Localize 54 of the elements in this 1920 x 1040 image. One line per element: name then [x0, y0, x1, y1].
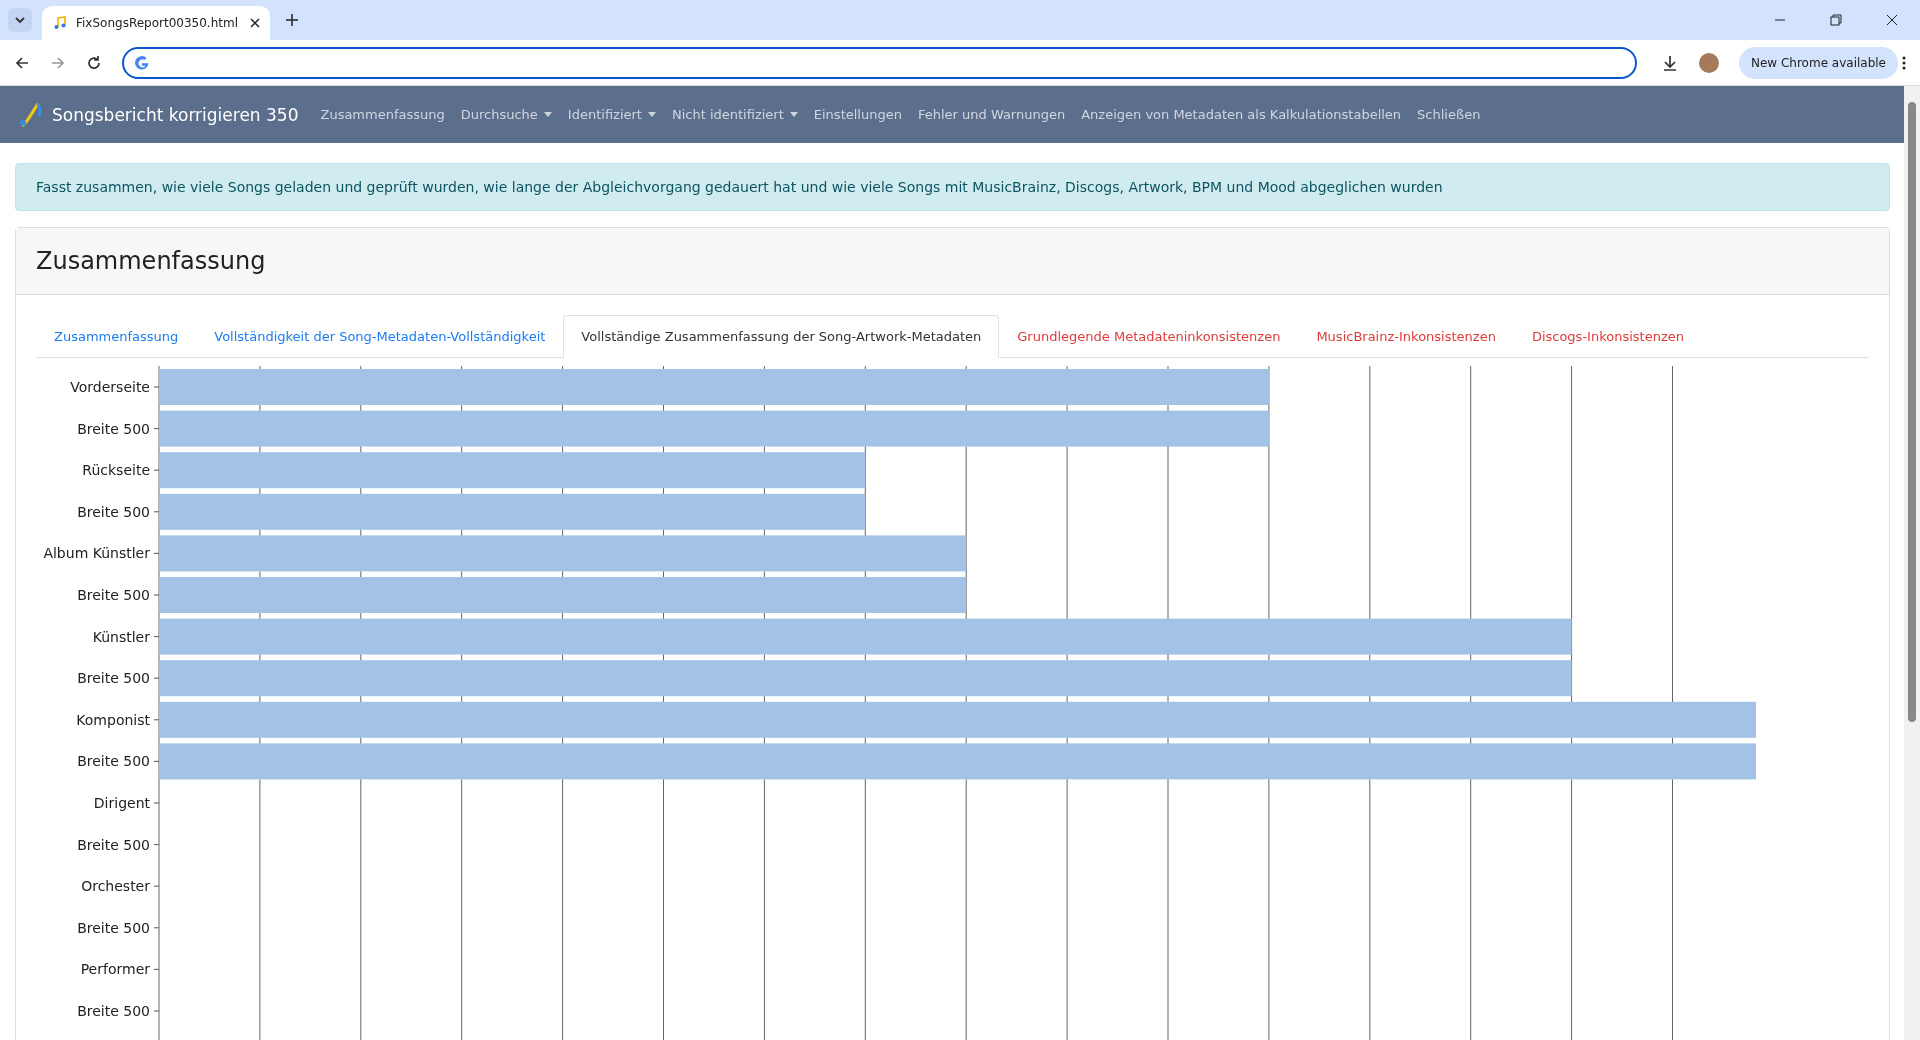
nav-link[interactable]: Einstellungen	[813, 107, 902, 122]
music-note-icon	[52, 15, 68, 31]
axis-label: Performer	[80, 961, 150, 978]
nav-link[interactable]: Anzeigen von Metadaten als Kalkulationstabellen	[1081, 107, 1402, 122]
nav-link[interactable]: Schließen	[1417, 107, 1481, 122]
music-note-icon	[18, 101, 44, 128]
caret-icon	[647, 112, 656, 117]
tab[interactable]: Vollständige Zusammenfassung der Song-Artwork-Metadaten	[563, 315, 1000, 358]
tab-title: FixSongsReport00350.html	[76, 16, 239, 30]
axis-label: Breite 500	[77, 587, 150, 603]
axis-label: Album Künstler	[43, 545, 150, 562]
card-title: Zusammenfassung	[36, 247, 266, 275]
forward-icon[interactable]	[50, 54, 66, 71]
axis-label: Breite 500	[77, 670, 150, 687]
info-alert: Fasst zusammen, wie viele Songs geladen und geprüft wurden, wie lange der Abgleichvorgang gedauert hat und wie viele Songs mit MusicBrainz, Discogs, Artwork, BPM und Mood abgeglichen wurden	[15, 163, 1890, 211]
axis-label: Vorderseite	[70, 379, 150, 395]
restore-icon[interactable]	[1830, 14, 1842, 26]
tab[interactable]: Vollständigkeit der Song-Metadaten-Vollständigkeit	[196, 315, 564, 358]
tab[interactable]: Discogs-Inkonsistenzen	[1513, 315, 1702, 358]
profile-avatar[interactable]	[1698, 52, 1719, 73]
caret-icon	[789, 112, 798, 117]
tab[interactable]: MusicBrainz-Inkonsistenzen	[1298, 315, 1514, 358]
brand-title[interactable]: Songsbericht korrigieren 350	[52, 104, 299, 125]
new-tab-icon[interactable]	[286, 14, 298, 26]
nav-link[interactable]: Zusammenfassung	[320, 107, 445, 122]
axis-label: Breite 500	[77, 753, 150, 770]
reload-icon[interactable]	[86, 54, 102, 71]
axis-label: Breite 500	[77, 503, 150, 520]
nav-link[interactable]: Nicht identifiziert	[671, 107, 798, 122]
back-icon[interactable]	[14, 54, 30, 71]
axis-label: Breite 500	[77, 919, 150, 936]
axis-label: Orchester	[81, 878, 150, 895]
tab-search-button[interactable]	[8, 8, 32, 32]
update-button[interactable]: New Chrome available	[1738, 46, 1898, 79]
close-icon[interactable]	[1886, 14, 1898, 26]
axis-label: Rückseite	[82, 462, 150, 479]
google-icon	[134, 54, 150, 71]
nav-link[interactable]: Fehler und Warnungen	[917, 107, 1066, 122]
tab[interactable]: Zusammenfassung	[36, 315, 197, 358]
more-icon[interactable]	[1902, 55, 1906, 70]
axis-label: Breite 500	[77, 836, 150, 853]
caret-icon	[543, 112, 552, 117]
axis-label: Künstler	[92, 628, 150, 645]
chevron-icon	[14, 14, 26, 26]
axis-label: Breite 500	[77, 420, 150, 437]
nav-link[interactable]: Durchsuche	[460, 107, 552, 122]
axis-label: Breite 500	[77, 1003, 150, 1019]
browser-tab[interactable]: FixSongsReport00350.html	[42, 6, 270, 40]
close-icon[interactable]	[250, 18, 260, 28]
nav-link[interactable]: Identifiziert	[567, 107, 656, 122]
axis-label: Komponist	[76, 711, 150, 728]
axis-label: Dirigent	[93, 795, 150, 811]
tab[interactable]: Grundlegende Metadateninkonsistenzen	[999, 315, 1299, 358]
address-bar[interactable]	[122, 46, 1637, 79]
